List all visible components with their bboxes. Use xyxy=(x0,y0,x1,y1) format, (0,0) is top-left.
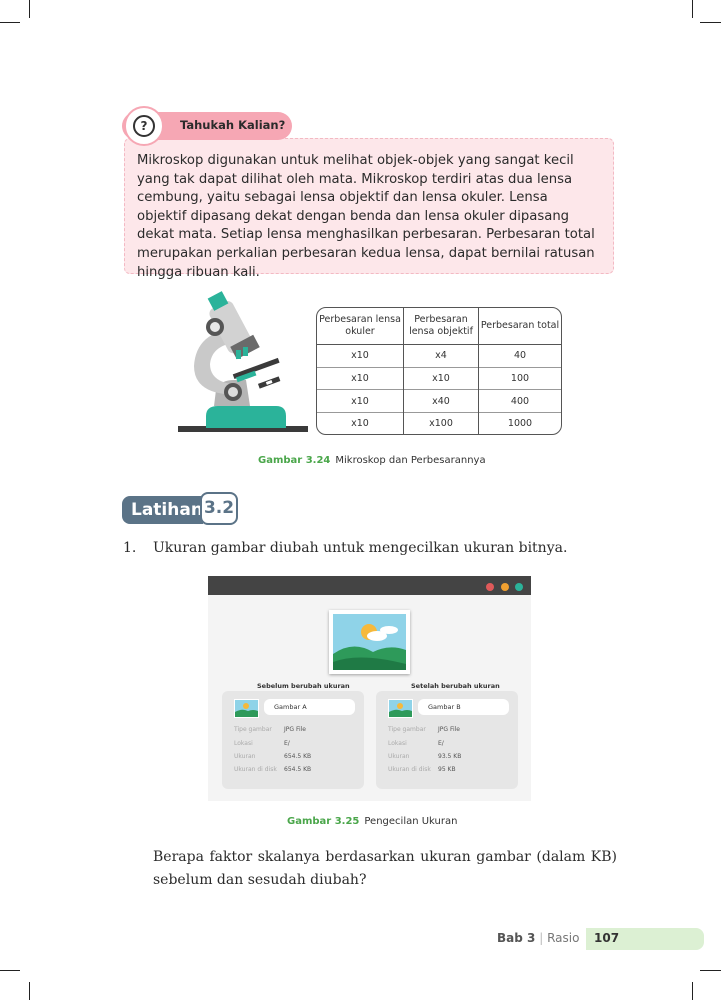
type-value: JPG File xyxy=(284,726,306,733)
table-header: Perbesaran lensa okuler xyxy=(317,308,404,345)
window-title-bar xyxy=(208,576,531,595)
file-card-a: Gambar A Tipe gambar JPG File Lokasi E/ … xyxy=(222,691,364,789)
crop-mark xyxy=(700,970,721,971)
location-key: Lokasi xyxy=(388,740,407,747)
landscape-image-icon xyxy=(333,614,406,670)
type-key: Tipe gambar xyxy=(234,726,272,733)
disk-size-key: Ukuran di disk xyxy=(234,766,277,773)
location-value: E/ xyxy=(284,740,290,747)
type-key: Tipe gambar xyxy=(388,726,426,733)
size-value: 93.5 KB xyxy=(438,753,462,760)
location-key: Lokasi xyxy=(234,740,253,747)
microscope-illustration xyxy=(178,291,308,432)
figure-caption: Gambar 3.24 Mikroskop dan Perbesarannya xyxy=(258,455,486,466)
table-cell: x100 xyxy=(403,412,479,434)
table-cell: x4 xyxy=(403,344,479,368)
file-card-b: Gambar B Tipe gambar JPG File Lokasi E/ … xyxy=(376,691,518,789)
crop-mark xyxy=(692,982,693,1000)
info-title: Tahukah Kalian? xyxy=(180,118,286,132)
table-header: Perbesaran lensa objektif xyxy=(403,308,479,345)
disk-size-key: Ukuran di disk xyxy=(388,766,431,773)
table-cell: x10 xyxy=(317,344,404,368)
file-name: Gambar A xyxy=(264,699,355,715)
table-cell: 400 xyxy=(510,395,530,407)
crop-mark xyxy=(0,22,20,23)
size-value: 654.5 KB xyxy=(284,753,312,760)
table-cell: x10 xyxy=(317,412,404,434)
image-thumbnail-icon xyxy=(234,699,259,718)
size-key: Ukuran xyxy=(234,753,256,760)
exercise-number: 3.2 xyxy=(200,492,238,525)
chapter-label: Bab 3 xyxy=(497,931,536,945)
after-label: Setelah berubah ukuran xyxy=(411,682,500,690)
figure-caption-text: Pengecilan Ukuran xyxy=(364,816,458,827)
table-row: x10 x100 1000 xyxy=(317,412,561,434)
footer-chapter: Bab 3 | Rasio xyxy=(497,931,579,945)
table-header: Perbesaran total xyxy=(478,308,561,345)
type-value: JPG File xyxy=(438,726,460,733)
table-cell: 1000 xyxy=(507,417,533,429)
file-properties-window: Sebelum berubah ukuran Setelah berubah u… xyxy=(208,576,531,801)
exercise-label: Latihan xyxy=(122,496,203,524)
image-preview xyxy=(329,610,410,674)
question-text: Ukuran gambar diubah untuk mengecilkan u… xyxy=(153,540,568,556)
table-row: x10 x40 400 xyxy=(317,389,561,413)
crop-mark xyxy=(692,0,693,18)
location-value: E/ xyxy=(438,740,444,747)
figure-caption-text: Mikroskop dan Perbesarannya xyxy=(335,455,486,466)
close-dot-icon xyxy=(486,583,494,591)
crop-mark xyxy=(29,0,30,18)
before-label: Sebelum berubah ukuran xyxy=(257,682,350,690)
figure-number: Gambar 3.24 xyxy=(258,455,331,466)
disk-size-value: 654.5 KB xyxy=(284,766,312,773)
table-row: x10 x10 100 xyxy=(317,367,561,390)
table-cell: x10 xyxy=(317,389,404,413)
maximize-dot-icon xyxy=(515,583,523,591)
table-cell: x10 xyxy=(403,367,479,390)
magnification-table: Perbesaran lensa okuler Perbesaran lensa… xyxy=(316,307,562,435)
figure-number: Gambar 3.25 xyxy=(287,816,360,827)
page-number: 107 xyxy=(594,931,620,945)
crop-mark xyxy=(0,970,20,971)
crop-mark xyxy=(700,22,721,23)
footer-separator: | xyxy=(539,931,544,945)
chapter-topic: Rasio xyxy=(547,931,580,945)
image-thumbnail-icon xyxy=(388,699,413,718)
table-cell: x10 xyxy=(317,367,404,390)
table-cell: x40 xyxy=(403,389,479,413)
figure-caption: Gambar 3.25 Pengecilan Ukuran xyxy=(287,816,457,827)
table-cell: 100 xyxy=(510,372,530,384)
question-icon: ? xyxy=(133,115,155,137)
table-cell: 40 xyxy=(513,350,527,362)
crop-mark xyxy=(29,982,30,1000)
minimize-dot-icon xyxy=(501,583,509,591)
file-name: Gambar B xyxy=(418,699,509,715)
disk-size-value: 95 KB xyxy=(438,766,456,773)
info-body: Mikroskop digunakan untuk melihat objek-… xyxy=(137,153,595,280)
followup-question: Berapa faktor skalanya berdasarkan ukura… xyxy=(153,849,617,888)
size-key: Ukuran xyxy=(388,753,410,760)
question-number: 1. xyxy=(123,540,137,556)
table-row: x10 x4 40 xyxy=(317,344,561,368)
